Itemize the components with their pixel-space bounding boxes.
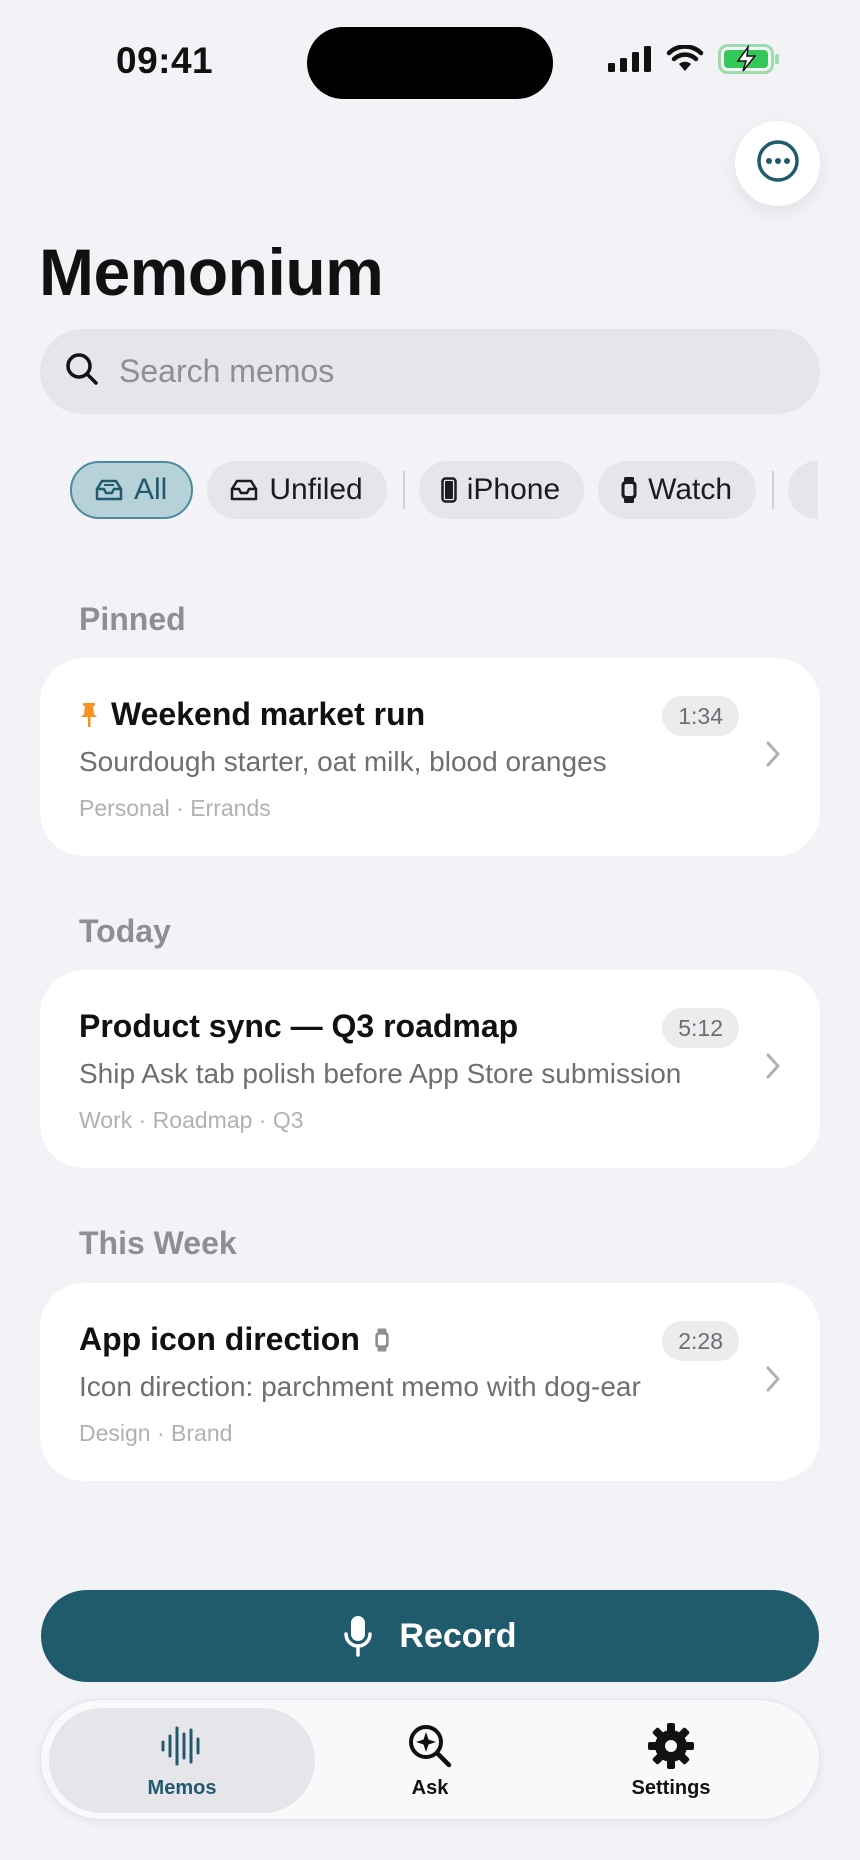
tab-ask[interactable]: Ask: [337, 1708, 523, 1813]
watch-icon: [374, 1327, 390, 1352]
status-time: 09:41: [116, 40, 214, 81]
filter-chip-unfiled[interactable]: Unfiled: [207, 461, 387, 519]
filter-chip-all[interactable]: All: [70, 461, 194, 519]
search-input[interactable]: [119, 353, 769, 390]
memo-title-row: Weekend market run: [79, 696, 425, 733]
tab-label: Memos: [147, 1777, 217, 1799]
memo-tags: Personal · Errands: [79, 795, 271, 821]
section-header-today: Today: [79, 913, 171, 949]
status-bar: 09:41: [0, 0, 860, 110]
gear-icon: [647, 1721, 695, 1771]
memo-tags: Design · Brand: [79, 1420, 233, 1446]
memo-summary: Ship Ask tab polish before App Store sub…: [79, 1058, 682, 1089]
signal-icon: [608, 46, 652, 77]
memo-title-row: Product sync — Q3 roadmap: [79, 1008, 518, 1045]
filter-chips: All Unfiled iPhone Watch: [70, 461, 820, 519]
record-label: Record: [399, 1616, 517, 1655]
ellipsis-circle-icon: [756, 139, 800, 188]
tray-empty-icon: [229, 479, 259, 501]
chevron-right-icon: [766, 1366, 780, 1397]
chip-divider: [772, 471, 775, 509]
magnifier-sparkle-icon: [407, 1721, 453, 1771]
waveform-icon: [160, 1721, 204, 1771]
memo-duration-badge: 2:28: [662, 1321, 739, 1361]
tab-memos[interactable]: Memos: [49, 1708, 315, 1813]
watch-icon: [620, 477, 638, 503]
more-options-button[interactable]: [735, 121, 820, 206]
filter-chip-watch[interactable]: Watch: [598, 461, 757, 519]
memo-card[interactable]: Product sync — Q3 roadmap 5:12 Ship Ask …: [40, 970, 820, 1168]
iphone-icon: [440, 477, 457, 503]
filter-chip-label: All: [134, 473, 168, 506]
search-bar[interactable]: [40, 329, 820, 414]
chevron-right-icon: [766, 1053, 780, 1084]
tab-settings[interactable]: Settings: [555, 1708, 787, 1813]
filter-chip-label: iPhone: [466, 473, 561, 506]
dynamic-island: [307, 27, 553, 99]
record-button[interactable]: Record: [41, 1590, 819, 1682]
memo-tags: Work · Roadmap · Q3: [79, 1107, 304, 1133]
pin-icon: [79, 702, 99, 728]
status-icons: [608, 44, 780, 79]
memo-title: Weekend market run: [111, 696, 426, 732]
memo-title-row: App icon direction: [79, 1321, 390, 1358]
filter-chip-iphone[interactable]: iPhone: [418, 461, 585, 519]
memo-title: App icon direction: [79, 1321, 360, 1357]
battery-icon: [718, 44, 780, 79]
memo-card[interactable]: App icon direction 2:28 Icon direction: …: [40, 1283, 820, 1481]
tab-label: Settings: [631, 1777, 711, 1799]
search-icon: [65, 352, 99, 391]
memo-duration-badge: 1:34: [662, 696, 739, 736]
chip-divider: [402, 471, 405, 509]
wifi-icon: [666, 44, 704, 78]
memo-title: Product sync — Q3 roadmap: [79, 1008, 519, 1044]
filter-chip-label: Unfiled: [269, 473, 363, 506]
microphone-icon: [343, 1615, 373, 1657]
tray-icon: [94, 479, 124, 501]
memo-card[interactable]: Weekend market run 1:34 Sourdough starte…: [40, 658, 820, 856]
memo-duration-badge: 5:12: [662, 1008, 739, 1048]
tab-bar: Memos Ask Settings: [40, 1699, 820, 1820]
filter-chip-more[interactable]: [788, 461, 819, 519]
tab-label: Ask: [411, 1777, 449, 1799]
section-header-pinned: Pinned: [79, 601, 186, 637]
filter-chip-label: Watch: [648, 473, 733, 506]
section-header-this-week: This Week: [79, 1225, 237, 1261]
chevron-right-icon: [766, 741, 780, 772]
app-title: Memonium: [39, 235, 384, 309]
memo-summary: Icon direction: parchment memo with dog-…: [79, 1371, 641, 1402]
memo-summary: Sourdough starter, oat milk, blood orang…: [79, 746, 607, 777]
